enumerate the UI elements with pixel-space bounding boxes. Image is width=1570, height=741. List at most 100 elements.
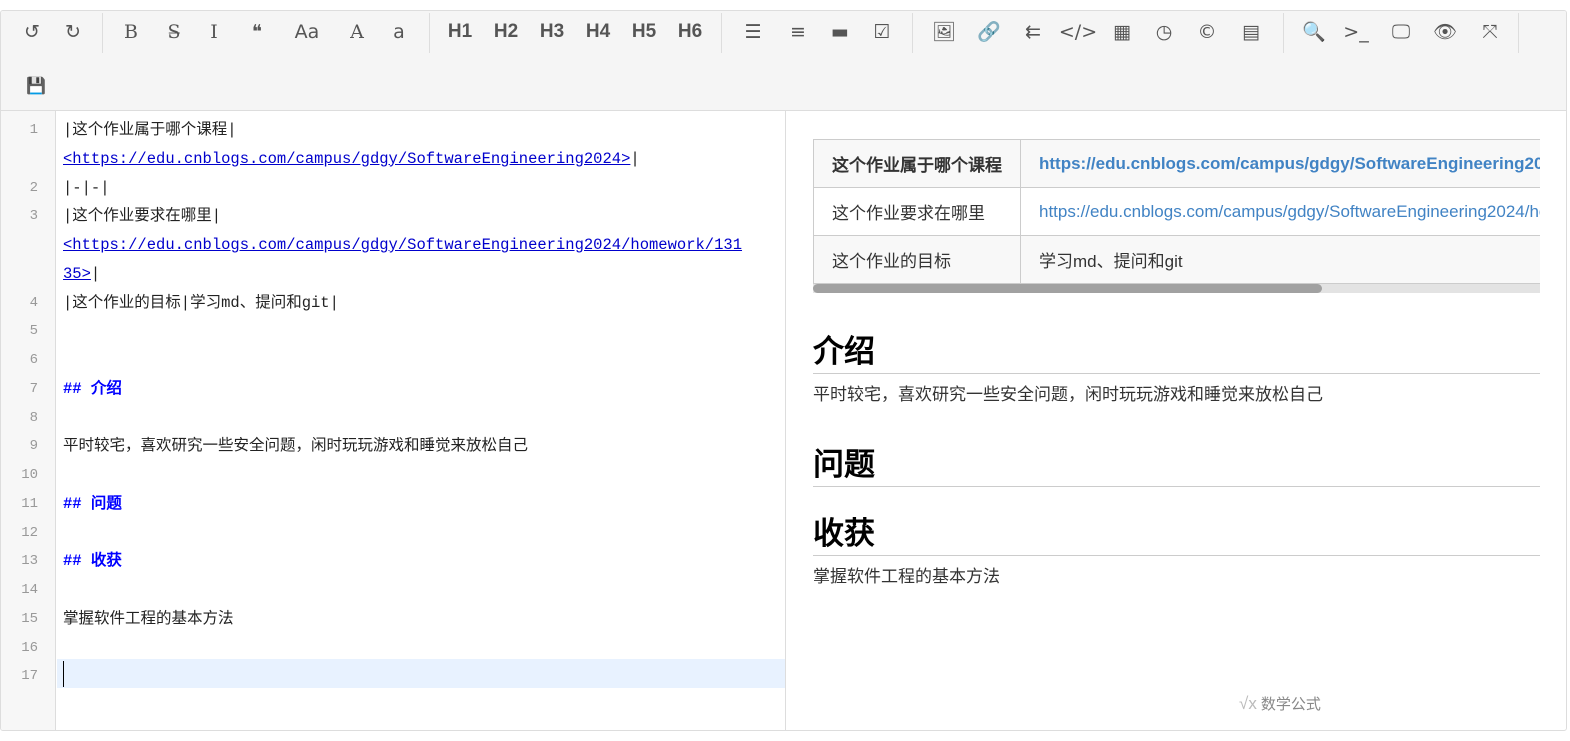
sqrt-icon: √x (1239, 694, 1257, 713)
h6-icon[interactable]: H6 (678, 17, 702, 47)
toolbar-divider (721, 13, 722, 53)
ordered-list-icon[interactable]: ≡ (790, 17, 806, 47)
line-number: 8 (29, 409, 38, 426)
markdown-editor: ↺ ↻ B S̶ I ❝ Aa Aa H1 H2 H3 H4 H5 H6 ☰ ≡ ▬ ☑ 🖼 🔗 ⇇ </> ▦ ◷ © ▤ 🔍 >_… (0, 10, 1567, 731)
math-formula-label: 数学公式 (1260, 696, 1321, 713)
uppercase-icon[interactable]: Aa (295, 17, 320, 47)
line-number: 13 (21, 553, 38, 570)
toolbar: ↺ ↻ B S̶ I ❝ Aa Aa H1 H2 H3 H4 H5 H6 ☰ ≡ ▬ ☑ 🖼 🔗 ⇇ </> ▦ ◷ © ▤ 🔍 >_… (1, 11, 1566, 111)
page-break-icon[interactable]: ▤ (1242, 17, 1260, 47)
code-line[interactable]: <https://edu.cnblogs.com/campus/gdgy/Sof… (63, 231, 742, 260)
table-cell: https://edu.cnblogs.com/campus/gdgy/Soft… (1020, 187, 1540, 236)
uppercase-first-icon[interactable]: A (350, 17, 364, 47)
active-line-highlight (57, 659, 785, 688)
redo-icon[interactable]: ↻ (65, 17, 81, 47)
preview-icon[interactable]: 🖵 (1392, 17, 1410, 47)
line-number-gutter: 1 2 3 4 5 6 7 8 9 10 11 12 13 14 15 16 17 (1, 111, 56, 730)
unordered-list-icon[interactable]: ☰ (744, 17, 761, 47)
code-line[interactable]: 35>| (63, 260, 100, 289)
checkbox-icon[interactable]: ☑ (873, 17, 890, 47)
code-line[interactable]: ## 收获 (63, 547, 122, 576)
image-icon[interactable]: 🖼 (932, 17, 956, 47)
line-number: 17 (21, 668, 38, 685)
code-text: ## 收获 (63, 552, 122, 571)
toolbar-divider (102, 13, 103, 53)
strikethrough-icon[interactable]: S̶ (167, 17, 180, 47)
h5-icon[interactable]: H5 (632, 17, 656, 47)
preview-paragraph-intro: 平时较宅，喜欢研究一些安全问题，闲时玩玩游戏和睡觉来放松自己 (813, 385, 1323, 404)
link-icon[interactable]: 🔗 (977, 17, 1001, 47)
code-link[interactable]: <https://edu.cnblogs.com/campus/gdgy/Sof… (63, 150, 630, 168)
table-cell: 这个作业要求在哪里 (813, 187, 1021, 236)
code-line[interactable]: ## 介绍 (63, 375, 122, 404)
terminal-icon[interactable]: >_ (1343, 17, 1368, 47)
table-header-row: 这个作业属于哪个课程 https://edu.cnblogs.com/campu… (813, 139, 1540, 188)
code-text: ## 介绍 (63, 379, 122, 398)
preview-paragraph-gain: 掌握软件工程的基本方法 (813, 567, 1000, 586)
table-horizontal-scrollbar[interactable] (813, 284, 1540, 293)
italic-icon[interactable]: I (210, 17, 218, 47)
line-number: 1 (29, 122, 38, 138)
h1-icon[interactable]: H1 (448, 17, 472, 47)
code-icon[interactable]: </> (1059, 17, 1097, 47)
table-link[interactable]: https://edu.cnblogs.com/campus/gdgy/Soft… (1039, 202, 1540, 221)
table-link[interactable]: https://edu.cnblogs.com/campus/gdgy/Soft… (1039, 154, 1540, 173)
line-number: 2 (29, 179, 38, 196)
search-icon[interactable]: 🔍 (1302, 17, 1326, 47)
code-line[interactable]: <https://edu.cnblogs.com/campus/gdgy/Sof… (63, 145, 640, 174)
table-cell: 学习md、提问和git (1020, 235, 1540, 284)
code-line[interactable]: 掌握软件工程的基本方法 (63, 605, 234, 634)
table-header-cell: https://edu.cnblogs.com/campus/gdgy/Soft… (1020, 139, 1540, 188)
line-number: 7 (29, 380, 38, 397)
math-formula-button[interactable]: √x 数学公式 (1239, 693, 1321, 714)
reference-link-icon[interactable]: ⇇ (1025, 17, 1041, 47)
code-text: |-|-| (63, 178, 110, 197)
table-cell: 这个作业的目标 (813, 235, 1021, 284)
quote-icon[interactable]: ❝ (252, 17, 262, 47)
scrollbar-thumb[interactable] (813, 284, 1322, 293)
preview-heading-problem: 问题 (813, 445, 1540, 487)
line-number: 5 (29, 323, 38, 340)
code-link[interactable]: 35> (63, 265, 91, 283)
code-editor[interactable]: 1 2 3 4 5 6 7 8 9 10 11 12 13 14 15 16 17 |这个作业属于哪个课程| <h… (1, 111, 786, 730)
h4-icon[interactable]: H4 (586, 17, 610, 47)
line-number: 16 (21, 639, 38, 656)
table-row: 这个作业要求在哪里 https://edu.cnblogs.com/campus… (813, 187, 1540, 236)
line-number: 15 (21, 610, 38, 627)
line-number: 11 (21, 495, 38, 512)
code-line[interactable]: ## 问题 (63, 490, 122, 519)
code-line[interactable]: |这个作业的目标|学习md、提问和git| (63, 289, 339, 318)
code-text: | (630, 149, 640, 168)
line-number: 4 (29, 294, 38, 311)
lowercase-icon[interactable]: a (393, 17, 405, 47)
line-number: 12 (21, 524, 38, 541)
line-number: 6 (29, 352, 38, 368)
datetime-icon[interactable]: ◷ (1156, 17, 1173, 47)
save-icon[interactable]: 💾 (26, 71, 46, 101)
text-cursor (63, 661, 64, 687)
code-line[interactable]: 平时较宅，喜欢研究一些安全问题，闲时玩玩游戏和睡觉来放松自己 (63, 432, 528, 461)
line-number: 9 (29, 438, 38, 455)
code-text: |这个作业要求在哪里| (63, 207, 222, 226)
code-link[interactable]: <https://edu.cnblogs.com/campus/gdgy/Sof… (63, 236, 742, 254)
code-text: 平时较宅，喜欢研究一些安全问题，闲时玩玩游戏和睡觉来放松自己 (63, 437, 529, 456)
code-line[interactable]: |-|-| (63, 174, 110, 203)
horizontal-rule-icon[interactable]: ▬ (831, 17, 849, 47)
h2-icon[interactable]: H2 (494, 17, 518, 47)
bold-icon[interactable]: B (124, 17, 138, 47)
fullscreen-icon[interactable]: ⤧ (1482, 17, 1497, 47)
preview-table-container: 这个作业属于哪个课程 https://edu.cnblogs.com/campu… (813, 139, 1540, 293)
hide-preview-icon[interactable]: 👁 (1433, 17, 1457, 47)
preview-table: 这个作业属于哪个课程 https://edu.cnblogs.com/campu… (813, 139, 1540, 284)
preview-pane: 这个作业属于哪个课程 https://edu.cnblogs.com/campu… (787, 111, 1566, 730)
h3-icon[interactable]: H3 (540, 17, 564, 47)
copyright-icon[interactable]: © (1198, 17, 1217, 47)
toolbar-divider (912, 13, 913, 53)
line-number: 10 (21, 467, 38, 483)
code-line[interactable]: |这个作业属于哪个课程| (63, 116, 237, 145)
code-line[interactable]: |这个作业要求在哪里| (63, 202, 221, 231)
table-icon[interactable]: ▦ (1113, 17, 1131, 47)
undo-icon[interactable]: ↺ (24, 17, 40, 47)
preview-heading-intro: 介绍 (813, 332, 1540, 374)
table-header-cell: 这个作业属于哪个课程 (813, 139, 1021, 188)
